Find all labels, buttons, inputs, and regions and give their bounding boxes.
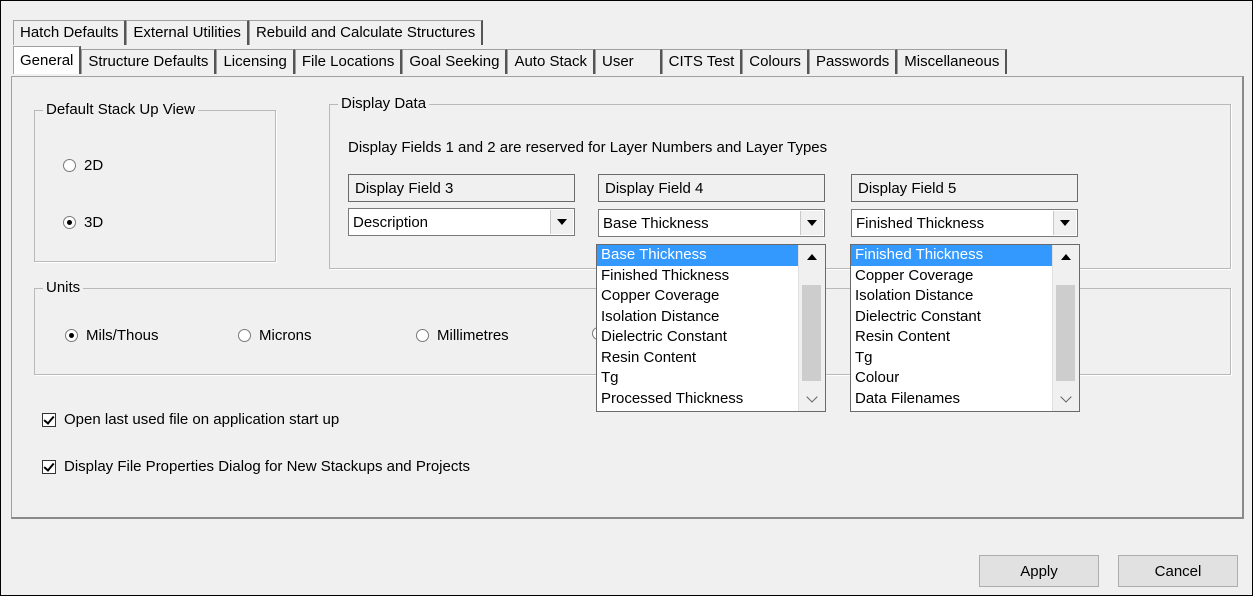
scroll-up-icon[interactable] — [1053, 245, 1079, 269]
tab-hatch-defaults[interactable]: Hatch Defaults — [13, 20, 127, 45]
file-properties-label: Display File Properties Dialog for New S… — [64, 458, 471, 475]
dropdown-option[interactable]: Processed Thickness — [597, 389, 825, 410]
open-last-file-option[interactable]: Open last used file on application start… — [42, 411, 339, 428]
stack-view-caption: Default Stack Up View — [43, 100, 198, 120]
tab-rebuild-calculate-structures[interactable]: Rebuild and Calculate Structures — [248, 20, 484, 45]
open-last-file-label: Open last used file on application start… — [64, 411, 340, 428]
tab-user[interactable]: User — [595, 49, 662, 74]
radio-2d[interactable]: 2D — [63, 157, 103, 174]
tab-file-locations[interactable]: File Locations — [294, 49, 403, 74]
dropdown-option[interactable]: Isolation Distance — [851, 286, 1079, 307]
display-field-5-header: Display Field 5 — [851, 174, 1078, 202]
radio-mils-thous-label: Mils/Thous — [86, 327, 159, 344]
chevron-down-icon[interactable] — [550, 210, 573, 234]
scroll-thumb[interactable] — [802, 285, 821, 381]
tab-general[interactable]: General — [13, 46, 82, 74]
dropdown-option[interactable]: Finished Thickness — [597, 266, 825, 287]
tab-cits-test[interactable]: CITS Test — [661, 49, 743, 74]
scroll-up-icon[interactable] — [799, 245, 825, 269]
scroll-down-icon[interactable] — [1053, 387, 1079, 411]
chevron-down-icon[interactable] — [800, 211, 823, 235]
dropdown-items: Finished Thickness Copper Coverage Isolati… — [851, 245, 1079, 409]
dropdown-scrollbar[interactable] — [1052, 245, 1079, 411]
dropdown-option[interactable]: Base Thickness — [597, 245, 825, 266]
cancel-button[interactable]: Cancel — [1118, 555, 1238, 587]
radio-3d-dot[interactable] — [63, 216, 76, 229]
dropdown-option[interactable]: Isolation Distance — [597, 307, 825, 328]
dropdown-option[interactable]: Data Filenames — [851, 389, 1079, 410]
dropdown-option[interactable]: Dielectric Constant — [597, 327, 825, 348]
display-field-3-value: Description — [353, 214, 429, 231]
display-data-note: Display Fields 1 and 2 are reserved for … — [348, 139, 828, 156]
display-data-caption: Display Data — [338, 94, 430, 114]
display-field-3-combo[interactable]: Description — [348, 208, 575, 236]
dropdown-option[interactable]: Resin Content — [851, 327, 1079, 348]
radio-microns-label: Microns — [259, 327, 312, 344]
display-field-4-header: Display Field 4 — [598, 174, 825, 202]
general-tab-page: Default Stack Up View 2D 3D Display Data… — [11, 76, 1244, 519]
apply-button[interactable]: Apply — [979, 555, 1099, 587]
dropdown-scrollbar[interactable] — [798, 245, 825, 411]
dropdown-option[interactable]: Copper Coverage — [851, 266, 1079, 287]
radio-2d-label: 2D — [84, 157, 104, 174]
tab-licensing[interactable]: Licensing — [216, 49, 295, 74]
radio-millimetres-label: Millimetres — [437, 327, 509, 344]
scroll-thumb[interactable] — [1056, 285, 1075, 381]
dropdown-option[interactable]: Copper Coverage — [597, 286, 825, 307]
display-field-4-value: Base Thickness — [603, 215, 709, 232]
radio-3d[interactable]: 3D — [63, 214, 103, 231]
tab-structure-defaults[interactable]: Structure Defaults — [81, 49, 217, 74]
radio-millimetres[interactable]: Millimetres — [416, 327, 509, 344]
stack-view-group: Default Stack Up View 2D 3D — [34, 100, 276, 262]
tab-external-utilities[interactable]: External Utilities — [126, 20, 249, 45]
units-caption: Units — [43, 278, 84, 298]
options-dialog: Hatch Defaults External Utilities Rebuil… — [0, 0, 1253, 596]
dropdown-option[interactable]: Resin Content — [597, 348, 825, 369]
radio-microns-dot[interactable] — [238, 329, 251, 342]
display-field-4-dropdown-list[interactable]: Base Thickness Finished Thickness Copper C… — [596, 244, 826, 412]
tab-colours[interactable]: Colours — [742, 49, 809, 74]
tab-row-back: Hatch Defaults External Utilities Rebuil… — [13, 20, 484, 45]
display-field-3-header: Display Field 3 — [348, 174, 575, 202]
tab-auto-stack[interactable]: Auto Stack — [507, 49, 595, 74]
display-field-5-value: Finished Thickness — [856, 215, 985, 232]
dropdown-option[interactable]: Colour — [851, 368, 1079, 389]
scroll-down-icon[interactable] — [799, 387, 825, 411]
radio-2d-dot[interactable] — [63, 159, 76, 172]
dropdown-option[interactable]: Finished Thickness — [851, 245, 1079, 266]
dropdown-option[interactable]: Dielectric Constant — [851, 307, 1079, 328]
radio-3d-label: 3D — [84, 214, 104, 231]
dropdown-option[interactable]: Tg — [597, 368, 825, 389]
radio-mils-thous-dot[interactable] — [65, 329, 78, 342]
display-field-5-dropdown-list[interactable]: Finished Thickness Copper Coverage Isolati… — [850, 244, 1080, 412]
open-last-file-checkbox[interactable] — [42, 412, 56, 427]
display-field-5-combo[interactable]: Finished Thickness — [851, 209, 1078, 237]
display-field-4-combo[interactable]: Base Thickness — [598, 209, 825, 237]
tab-row-front: General Structure Defaults Licensing Fil… — [13, 46, 1008, 74]
tab-goal-seeking[interactable]: Goal Seeking — [402, 49, 508, 74]
tab-miscellaneous[interactable]: Miscellaneous — [897, 49, 1008, 74]
file-properties-checkbox[interactable] — [42, 459, 56, 474]
radio-microns[interactable]: Microns — [238, 327, 312, 344]
chevron-down-icon[interactable] — [1053, 211, 1076, 235]
dropdown-option[interactable]: Tg — [851, 348, 1079, 369]
radio-mils-thous[interactable]: Mils/Thous — [65, 327, 159, 344]
radio-millimetres-dot[interactable] — [416, 329, 429, 342]
dropdown-items: Base Thickness Finished Thickness Copper C… — [597, 245, 825, 409]
tab-passwords[interactable]: Passwords — [808, 49, 898, 74]
file-properties-option[interactable]: Display File Properties Dialog for New S… — [42, 458, 470, 475]
